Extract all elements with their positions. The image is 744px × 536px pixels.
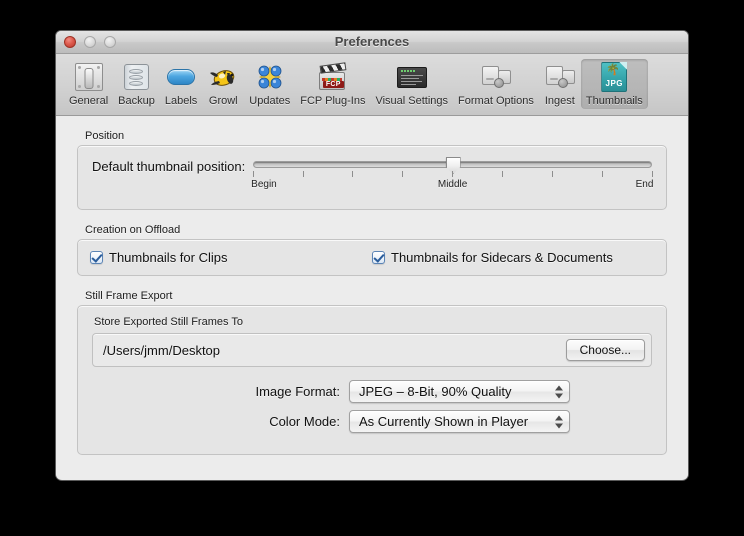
creation-group-title: Creation on Offload (85, 224, 181, 236)
choose-button[interactable]: Choose... (565, 339, 645, 361)
slider-track[interactable] (253, 157, 652, 174)
checkbox-label-clips: Thumbnails for Clips (109, 250, 228, 265)
image-format-dropdown[interactable]: JPEG – 8-Bit, 90% Quality (349, 380, 570, 403)
toolbar-label-labels: Labels (164, 95, 198, 107)
toolbar-item-ingest[interactable]: Ingest (539, 59, 581, 109)
preferences-window: Preferences General Backup Labels Growl … (55, 30, 689, 481)
checkbox-thumbnails-for-sidecars[interactable]: Thumbnails for Sidecars & Documents (372, 250, 654, 265)
toolbar-item-growl[interactable]: Growl (202, 59, 244, 109)
toolbar-item-fcp-plugins[interactable]: FCP FCP Plug-Ins (295, 59, 370, 109)
toolbar-label-format-options: Format Options (458, 95, 534, 107)
clapperboard-icon: FCP (317, 61, 349, 93)
color-mode-value: As Currently Shown in Player (359, 414, 529, 429)
jpg-document-icon: 🌴 JPG (598, 61, 630, 93)
toolbar-label-general: General (69, 95, 109, 107)
slider-tick (352, 171, 354, 177)
toolbar-item-general[interactable]: General (64, 59, 113, 109)
growl-bee-icon (207, 61, 239, 93)
still-frame-export-group: Still Frame Export Store Exported Still … (77, 290, 667, 455)
hard-drive-icon (120, 61, 152, 93)
export-field-rows: Image Format: JPEG – 8-Bit, 90% Quality … (92, 380, 652, 433)
checkmark-icon[interactable] (90, 251, 103, 264)
slider-tick (601, 171, 603, 177)
color-mode-row: Color Mode: As Currently Shown in Player (92, 410, 652, 433)
updates-star-icon (254, 61, 286, 93)
toolbar-label-updates: Updates (249, 95, 291, 107)
slider-tick-labels: Begin Middle End (251, 179, 654, 193)
color-mode-label: Color Mode: (269, 414, 340, 429)
slider-tick-label: Middle (437, 179, 468, 190)
slider-tick (252, 171, 254, 177)
toggle-switch-icon (73, 61, 105, 93)
toolbar-label-backup: Backup (118, 95, 155, 107)
window-titlebar[interactable]: Preferences (56, 31, 688, 54)
slider-tick (501, 171, 503, 177)
slider-tick (551, 171, 553, 177)
slider-tick-label: Begin (251, 179, 277, 190)
position-group-box: Default thumbnail position: Begin Middle E… (77, 145, 667, 210)
blue-pill-icon (165, 61, 197, 93)
slider-tick-label: End (635, 179, 654, 190)
window-title: Preferences (334, 34, 410, 49)
toolbar-item-visual-settings[interactable]: Visual Settings (370, 59, 453, 109)
toolbar-item-backup[interactable]: Backup (113, 59, 160, 109)
export-path-value: /Users/jmm/Desktop (103, 342, 221, 358)
position-group: Position Default thumbnail position: Beg… (77, 130, 667, 210)
toolbar-item-labels[interactable]: Labels (160, 59, 202, 109)
image-format-label: Image Format: (255, 384, 340, 399)
checkbox-label-sidecars: Thumbnails for Sidecars & Documents (391, 250, 613, 265)
still-frame-group-box: Store Exported Still Frames To /Users/jm… (77, 305, 667, 455)
stepper-arrows-icon[interactable] (555, 384, 564, 399)
creation-group-box: Thumbnails for Clips Thumbnails for Side… (77, 239, 667, 276)
slider-tick (402, 171, 404, 177)
creation-on-offload-group: Creation on Offload Thumbnails for Clips… (77, 224, 667, 276)
toolbar-item-format-options[interactable]: Format Options (453, 59, 539, 109)
preferences-toolbar: General Backup Labels Growl Updates FCP … (56, 54, 688, 116)
format-cards-icon (480, 61, 512, 93)
slider-tick (651, 171, 653, 177)
stepper-arrows-icon[interactable] (555, 414, 564, 429)
preferences-content: Position Default thumbnail position: Beg… (56, 116, 688, 479)
toolbar-label-thumbnails: Thumbnails (585, 95, 643, 107)
toolbar-label-fcp-plugins: FCP Plug-Ins (300, 95, 366, 107)
default-thumbnail-position-label: Default thumbnail position: (92, 159, 246, 174)
slider-tick (302, 171, 304, 177)
store-exported-label: Store Exported Still Frames To (94, 316, 243, 328)
thumbnail-position-slider[interactable]: Begin Middle End (251, 157, 654, 193)
slider-tick (452, 171, 454, 177)
image-format-value: JPEG – 8-Bit, 90% Quality (359, 384, 512, 399)
export-path-row: /Users/jmm/Desktop Choose... (92, 333, 652, 367)
slider-ticks (252, 171, 653, 178)
still-frame-group-title: Still Frame Export (85, 290, 173, 302)
toolbar-label-visual-settings: Visual Settings (375, 95, 449, 107)
checkmark-icon[interactable] (372, 251, 385, 264)
color-mode-dropdown[interactable]: As Currently Shown in Player (349, 410, 570, 433)
image-format-row: Image Format: JPEG – 8-Bit, 90% Quality (92, 380, 652, 403)
toolbar-item-updates[interactable]: Updates (244, 59, 295, 109)
position-group-title: Position (85, 130, 125, 142)
toolbar-label-ingest: Ingest (544, 95, 575, 107)
settings-panel-icon (396, 61, 428, 93)
checkbox-thumbnails-for-clips[interactable]: Thumbnails for Clips (90, 250, 372, 265)
toolbar-item-thumbnails[interactable]: 🌴 JPG Thumbnails (580, 59, 648, 109)
toolbar-label-growl: Growl (208, 95, 238, 107)
ingest-cards-icon (544, 61, 576, 93)
